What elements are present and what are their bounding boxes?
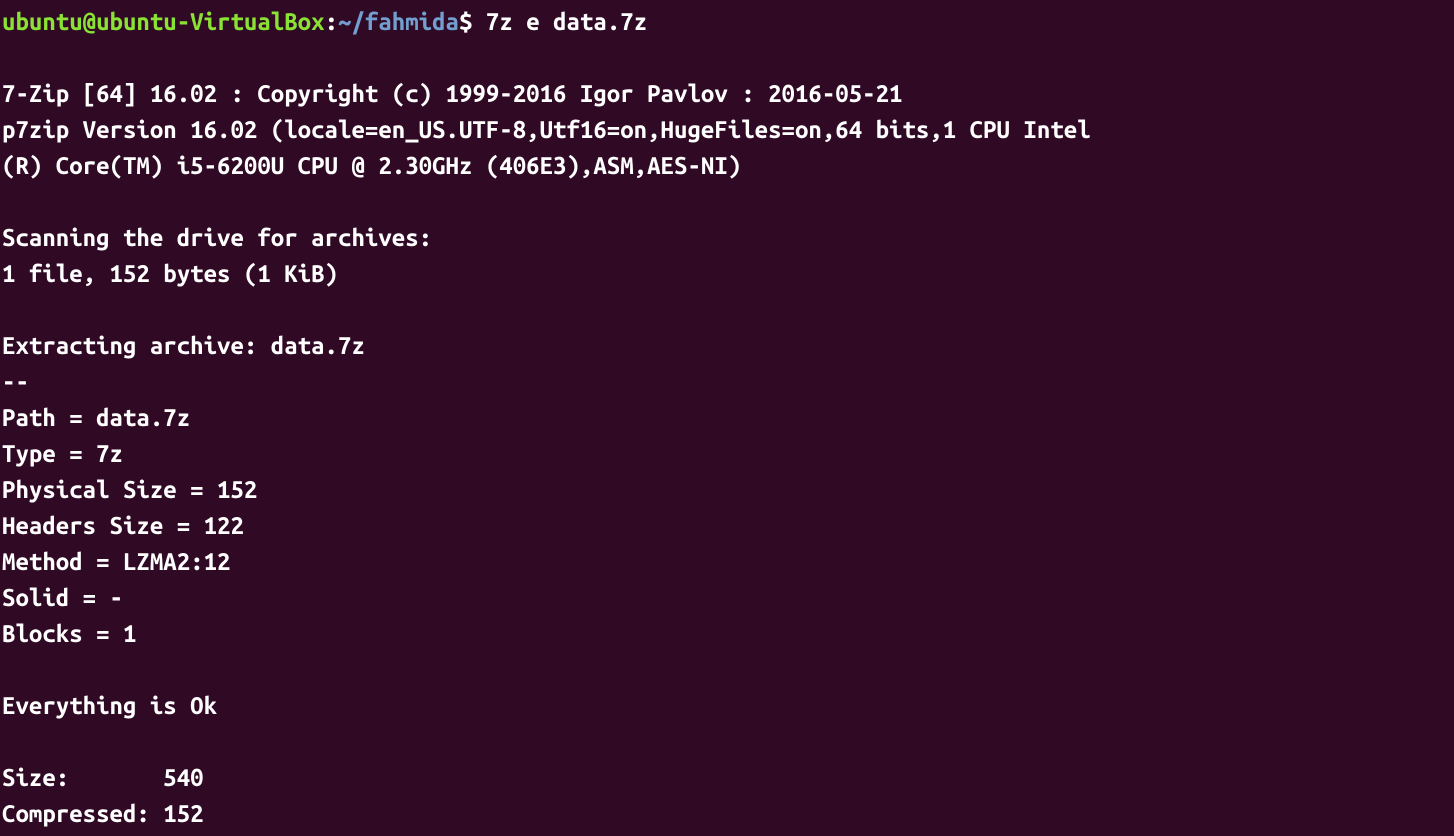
output-p7zip-version-line2: (R) Core(TM) i5-6200U CPU @ 2.30GHz (406…: [2, 148, 1452, 184]
output-type: Type = 7z: [2, 436, 1452, 472]
output-blank: [2, 40, 1452, 76]
output-everything-ok: Everything is Ok: [2, 688, 1452, 724]
output-path: Path = data.7z: [2, 400, 1452, 436]
output-headers-size: Headers Size = 122: [2, 508, 1452, 544]
prompt-dollar: $: [459, 8, 472, 35]
output-blank: [2, 184, 1452, 220]
output-blank: [2, 292, 1452, 328]
terminal-prompt-line[interactable]: ubuntu@ubuntu-VirtualBox:~/fahmida$ 7z e…: [2, 4, 1452, 40]
output-file-info: 1 file, 152 bytes (1 KiB): [2, 256, 1452, 292]
output-compressed: Compressed: 152: [2, 796, 1452, 832]
output-blank: [2, 652, 1452, 688]
output-extracting: Extracting archive: data.7z: [2, 328, 1452, 364]
output-blocks: Blocks = 1: [2, 616, 1452, 652]
output-solid: Solid = -: [2, 580, 1452, 616]
prompt-path-dir: /fahmida: [351, 8, 459, 35]
prompt-separator: :: [325, 8, 338, 35]
output-scanning: Scanning the drive for archives:: [2, 220, 1452, 256]
prompt-path-tilde: ~: [338, 8, 351, 35]
output-7zip-header: 7-Zip [64] 16.02 : Copyright (c) 1999-20…: [2, 76, 1452, 112]
output-method: Method = LZMA2:12: [2, 544, 1452, 580]
output-physical-size: Physical Size = 152: [2, 472, 1452, 508]
prompt-user-host: ubuntu@ubuntu-VirtualBox: [2, 8, 325, 35]
output-dashes: --: [2, 364, 1452, 400]
command-text: 7z e data.7z: [472, 8, 647, 35]
output-size: Size: 540: [2, 760, 1452, 796]
output-p7zip-version-line1: p7zip Version 16.02 (locale=en_US.UTF-8,…: [2, 112, 1452, 148]
output-blank: [2, 724, 1452, 760]
